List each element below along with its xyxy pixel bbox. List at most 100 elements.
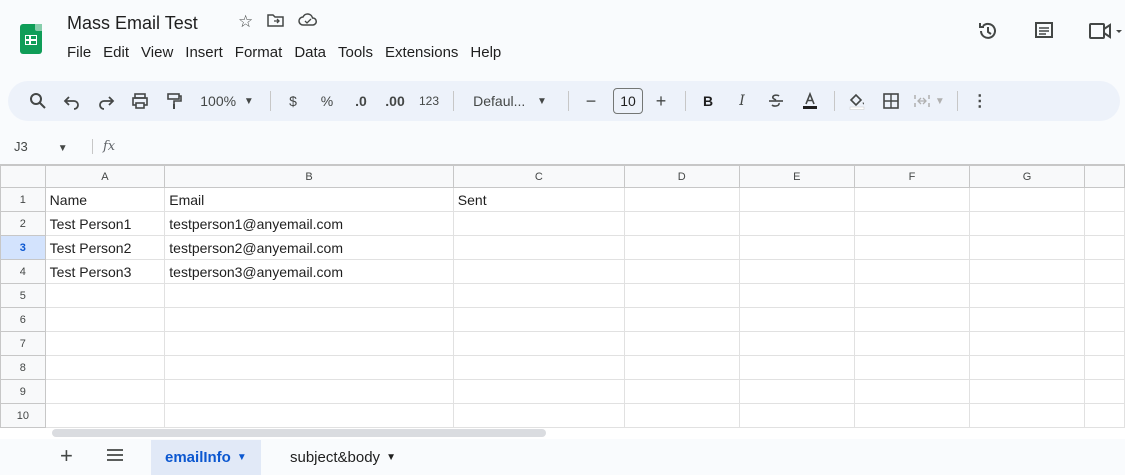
cell[interactable] <box>164 307 454 332</box>
cell[interactable] <box>738 187 856 212</box>
cell[interactable] <box>968 235 1086 260</box>
cell[interactable] <box>623 235 740 260</box>
zoom-select[interactable]: 100% ▼ <box>196 87 258 115</box>
cell[interactable] <box>854 235 970 260</box>
column-header[interactable]: A <box>44 165 166 188</box>
cell[interactable] <box>452 355 625 380</box>
cell[interactable] <box>623 259 740 284</box>
cell[interactable] <box>452 331 625 356</box>
cell[interactable] <box>452 307 625 332</box>
cell[interactable] <box>44 331 166 356</box>
print-icon[interactable] <box>128 87 152 115</box>
cell[interactable] <box>164 379 454 404</box>
cell[interactable] <box>623 187 740 212</box>
cell-table[interactable]: A B C D E F G 1 Name Email Sent 2 Test Person… <box>0 165 1125 428</box>
cell[interactable] <box>452 211 625 236</box>
cell[interactable] <box>1084 283 1125 308</box>
cell[interactable] <box>738 307 856 332</box>
column-header[interactable]: F <box>854 165 970 188</box>
cell[interactable] <box>623 403 740 428</box>
cell[interactable] <box>968 379 1086 404</box>
cell[interactable]: Name <box>44 187 166 212</box>
cell[interactable] <box>1084 259 1125 284</box>
caret-down-icon[interactable]: ▼ <box>237 452 247 463</box>
menu-tools[interactable]: Tools <box>332 44 379 61</box>
cell[interactable] <box>854 211 970 236</box>
cell[interactable] <box>44 355 166 380</box>
caret-down-icon[interactable]: ▼ <box>386 452 396 463</box>
sheet-tab-emailinfo[interactable]: emailInfo ▼ <box>151 440 261 475</box>
cell[interactable]: testperson1@anyemail.com <box>164 211 454 236</box>
cell[interactable] <box>1084 331 1125 356</box>
cell[interactable] <box>164 331 454 356</box>
cell[interactable]: testperson2@anyemail.com <box>164 235 454 260</box>
cell[interactable] <box>738 283 856 308</box>
cell[interactable] <box>854 331 970 356</box>
cell[interactable] <box>854 307 970 332</box>
column-header[interactable]: C <box>452 165 625 188</box>
merge-cells-icon[interactable]: ▼ <box>913 87 945 115</box>
cell[interactable] <box>1084 211 1125 236</box>
cell[interactable] <box>44 307 166 332</box>
menu-file[interactable]: File <box>67 44 97 61</box>
cell[interactable] <box>968 283 1086 308</box>
paint-format-icon[interactable] <box>162 87 186 115</box>
menu-edit[interactable]: Edit <box>97 44 135 61</box>
font-size-input[interactable]: 10 <box>613 88 643 114</box>
cell[interactable] <box>854 403 970 428</box>
cell[interactable] <box>854 379 970 404</box>
increase-font-size-button[interactable]: + <box>649 87 673 115</box>
row-header[interactable]: 10 <box>0 403 46 428</box>
cell[interactable] <box>738 403 856 428</box>
move-folder-icon[interactable] <box>267 12 284 33</box>
cell[interactable] <box>164 403 454 428</box>
cell[interactable] <box>452 283 625 308</box>
increase-decimal-button[interactable]: .00 <box>383 87 407 115</box>
add-sheet-button[interactable]: + <box>60 443 73 469</box>
row-header[interactable]: 5 <box>0 283 46 308</box>
cell[interactable] <box>738 235 856 260</box>
all-sheets-icon[interactable] <box>106 448 124 466</box>
spreadsheet-grid[interactable]: A B C D E F G 1 Name Email Sent 2 Test Person… <box>0 164 1125 439</box>
row-header[interactable]: 8 <box>0 355 46 380</box>
cell[interactable] <box>623 211 740 236</box>
menu-help[interactable]: Help <box>464 44 507 61</box>
cell[interactable]: Email <box>164 187 454 212</box>
column-header[interactable]: D <box>623 165 740 188</box>
horizontal-scrollbar[interactable] <box>52 429 546 437</box>
cell[interactable] <box>968 403 1086 428</box>
cell[interactable] <box>738 259 856 284</box>
column-header[interactable]: G <box>968 165 1086 188</box>
cell[interactable] <box>1084 187 1125 212</box>
cell[interactable] <box>968 331 1086 356</box>
undo-icon[interactable] <box>60 87 84 115</box>
decrease-decimal-button[interactable]: .0 <box>349 87 373 115</box>
cell[interactable] <box>968 307 1086 332</box>
currency-format-button[interactable]: $ <box>281 87 305 115</box>
cell[interactable]: Test Person2 <box>44 235 166 260</box>
cell[interactable] <box>1084 403 1125 428</box>
row-header[interactable]: 1 <box>0 187 46 212</box>
cell[interactable] <box>452 379 625 404</box>
font-family-select[interactable]: Defaul... ▼ <box>464 87 556 115</box>
column-header[interactable] <box>1084 165 1125 188</box>
cell[interactable] <box>738 211 856 236</box>
cell[interactable] <box>738 355 856 380</box>
cell[interactable]: testperson3@anyemail.com <box>164 259 454 284</box>
fill-color-icon[interactable] <box>845 87 869 115</box>
menu-data[interactable]: Data <box>288 44 332 61</box>
strikethrough-icon[interactable] <box>764 87 788 115</box>
search-menus-icon[interactable] <box>26 87 50 115</box>
cell[interactable] <box>623 355 740 380</box>
cell[interactable] <box>854 283 970 308</box>
cell[interactable] <box>1084 379 1125 404</box>
sheet-tab-subject-body[interactable]: subject&body ▼ <box>276 440 410 475</box>
cell[interactable] <box>452 403 625 428</box>
cell[interactable] <box>854 259 970 284</box>
cell[interactable] <box>452 259 625 284</box>
cell[interactable] <box>738 331 856 356</box>
cell[interactable] <box>1084 355 1125 380</box>
cell[interactable]: Test Person3 <box>44 259 166 284</box>
column-header[interactable]: B <box>164 165 454 188</box>
cell[interactable] <box>623 307 740 332</box>
